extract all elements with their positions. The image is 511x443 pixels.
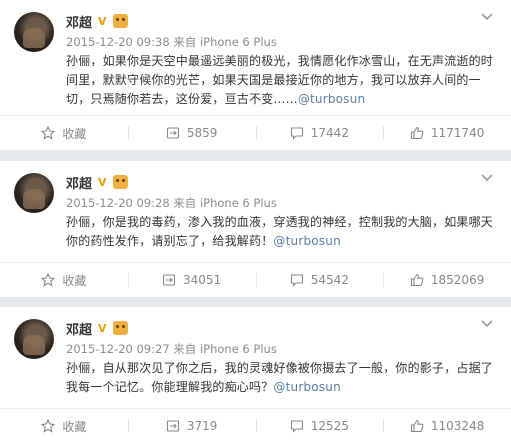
chevron-down-icon[interactable] — [479, 10, 495, 24]
post-text: 孙俪，你是我的毒药，渗入我的血液，穿透我的神经，控制我的大脑，如果哪天你的药性发… — [66, 213, 497, 251]
post-source: 来自 iPhone 6 Plus — [173, 342, 277, 356]
avatar[interactable] — [14, 319, 54, 359]
verified-badge: V — [98, 14, 107, 28]
like-button[interactable]: 1171740 — [383, 116, 511, 150]
comment-count: 17442 — [310, 126, 349, 140]
comment-button[interactable]: 17442 — [255, 116, 384, 150]
author-row: 邓超 V — [66, 319, 128, 338]
post-time: 2015-12-20 09:27 — [66, 342, 170, 356]
comment-icon — [290, 273, 304, 287]
post-card: 邓超 V 2015-12-20 09:28 来自 iPhone 6 Plus 孙… — [0, 161, 511, 297]
repost-button[interactable]: 34051 — [127, 263, 256, 297]
avatar[interactable] — [14, 173, 54, 213]
comment-button[interactable]: 54542 — [255, 263, 384, 297]
repost-button[interactable]: 3719 — [127, 409, 256, 443]
like-button[interactable]: 1103248 — [383, 409, 511, 443]
post-card: 邓超 V 2015-12-20 09:38 来自 iPhone 6 Plus 孙… — [0, 0, 511, 150]
post-time: 2015-12-20 09:28 — [66, 196, 170, 210]
star-icon — [41, 419, 56, 433]
author-row: 邓超 V — [66, 173, 128, 192]
author-name[interactable]: 邓超 — [66, 12, 92, 31]
like-count: 1103248 — [430, 419, 485, 433]
favorite-label: 收藏 — [62, 419, 87, 434]
author-name[interactable]: 邓超 — [66, 319, 92, 338]
like-count: 1852069 — [430, 273, 485, 287]
repost-button[interactable]: 5859 — [127, 116, 256, 150]
repost-count: 3719 — [186, 419, 218, 433]
post-meta: 2015-12-20 09:28 来自 iPhone 6 Plus — [66, 195, 277, 211]
repost-count: 5859 — [186, 126, 218, 140]
chevron-down-icon[interactable] — [479, 317, 495, 331]
action-bar: 收藏 34051 54542 1852069 — [0, 263, 511, 297]
post-meta: 2015-12-20 09:38 来自 iPhone 6 Plus — [66, 34, 277, 50]
like-icon — [410, 126, 424, 140]
favorite-button[interactable]: 收藏 — [0, 409, 128, 443]
mention-link[interactable]: @turbosun — [298, 92, 365, 106]
verified-badge: V — [98, 321, 107, 335]
repost-count: 34051 — [183, 273, 222, 287]
post-text: 孙俪，自从那次见了你之后，我的灵魂好像被你摄去了一般，你的影子，占据了我每一个记… — [66, 359, 497, 397]
weibo-feed: 邓超 V 2015-12-20 09:38 来自 iPhone 6 Plus 孙… — [0, 0, 511, 443]
comment-count: 12525 — [310, 419, 349, 433]
post-source: 来自 iPhone 6 Plus — [173, 35, 277, 49]
member-icon — [112, 321, 128, 335]
post-text: 孙俪，如果你是天空中最遥远美丽的极光，我情愿化作冰雪山，在无声流逝的时间里，默默… — [66, 52, 497, 109]
avatar[interactable] — [14, 12, 54, 52]
action-bar: 收藏 5859 17442 1171740 — [0, 116, 511, 150]
favorite-label: 收藏 — [62, 126, 87, 141]
author-row: 邓超 V — [66, 12, 128, 31]
comment-button[interactable]: 12525 — [255, 409, 384, 443]
post-body: 孙俪，如果你是天空中最遥远美丽的极光，我情愿化作冰雪山，在无声流逝的时间里，默默… — [66, 54, 494, 106]
comment-icon — [290, 419, 304, 433]
comment-count: 54542 — [310, 273, 349, 287]
comment-icon — [290, 126, 304, 140]
repost-icon — [166, 419, 180, 433]
chevron-down-icon[interactable] — [479, 171, 495, 185]
like-icon — [410, 273, 424, 287]
favorite-button[interactable]: 收藏 — [0, 116, 128, 150]
post-card: 邓超 V 2015-12-20 09:27 来自 iPhone 6 Plus 孙… — [0, 307, 511, 443]
like-count: 1171740 — [430, 126, 485, 140]
repost-icon — [166, 126, 180, 140]
repost-icon — [162, 273, 176, 287]
like-button[interactable]: 1852069 — [383, 263, 511, 297]
favorite-label: 收藏 — [62, 273, 87, 288]
member-icon — [112, 175, 128, 189]
mention-link[interactable]: @turbosun — [273, 234, 340, 248]
member-icon — [112, 14, 128, 28]
verified-badge: V — [98, 175, 107, 189]
like-icon — [410, 419, 424, 433]
mention-link[interactable]: @turbosun — [273, 380, 340, 394]
author-name[interactable]: 邓超 — [66, 173, 92, 192]
post-time: 2015-12-20 09:38 — [66, 35, 170, 49]
post-meta: 2015-12-20 09:27 来自 iPhone 6 Plus — [66, 341, 277, 357]
favorite-button[interactable]: 收藏 — [0, 263, 128, 297]
action-bar: 收藏 3719 12525 1103248 — [0, 409, 511, 443]
star-icon — [41, 126, 56, 140]
star-icon — [41, 273, 56, 287]
post-source: 来自 iPhone 6 Plus — [173, 196, 277, 210]
